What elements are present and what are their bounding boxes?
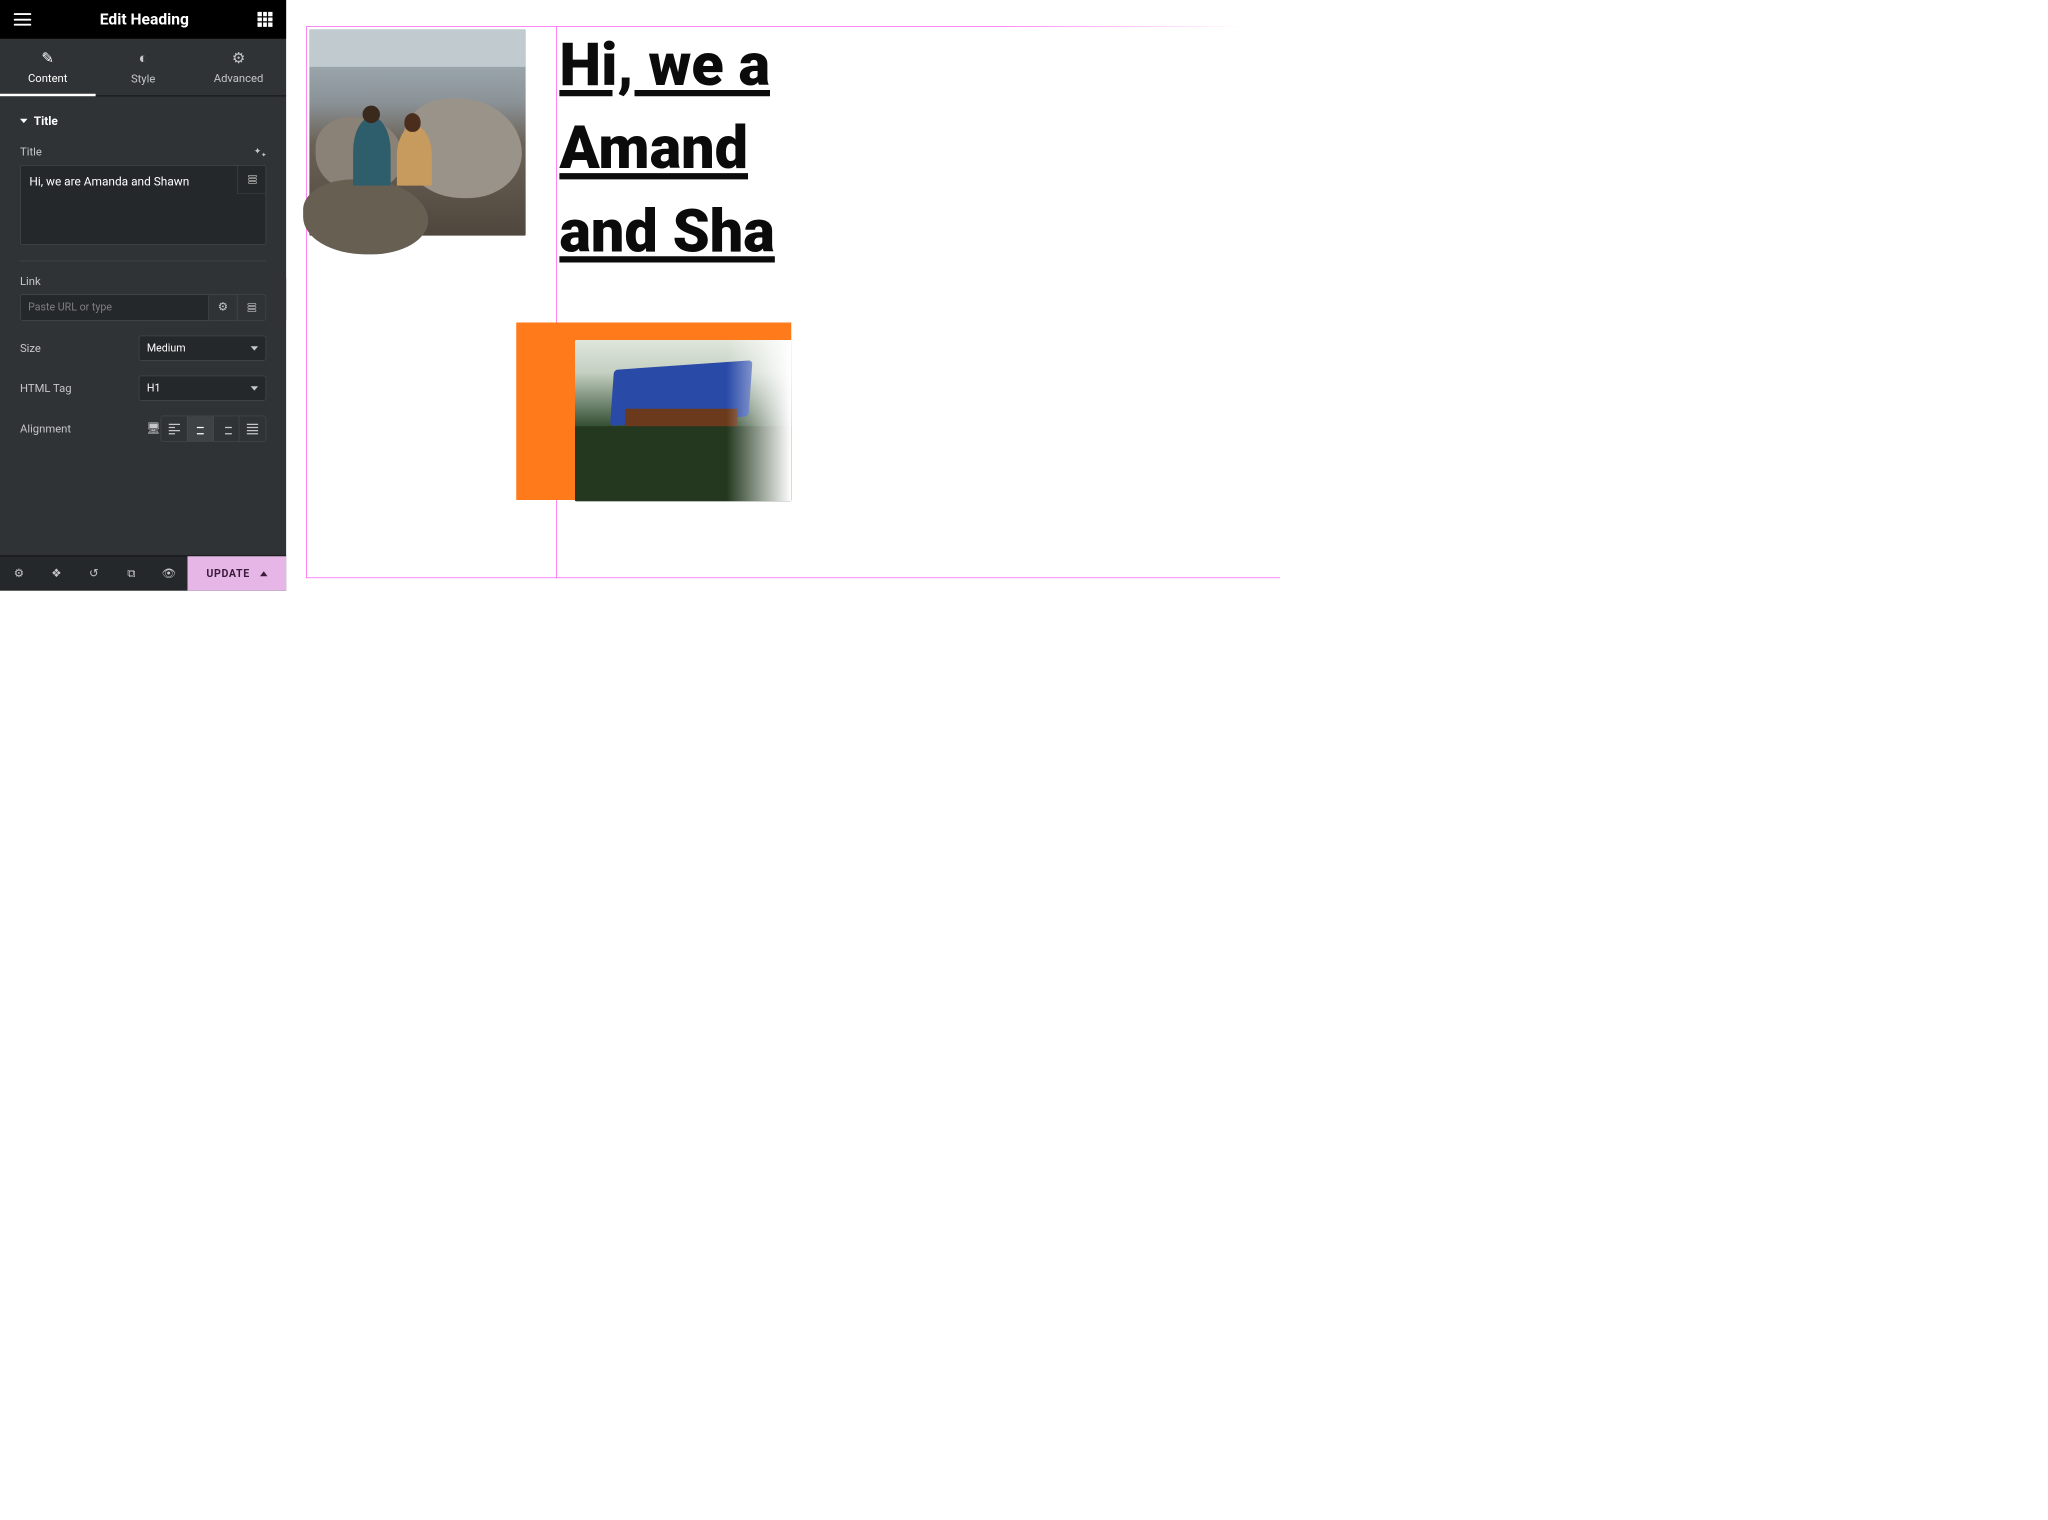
panel-footer: ⚙ ❖ ↺ ⧉ 👁 UPDATE xyxy=(0,556,286,591)
align-justify-icon xyxy=(247,423,258,434)
heading-line: and Sha xyxy=(559,197,774,266)
panel-topbar: Edit Heading xyxy=(0,0,286,39)
htmltag-value: H1 xyxy=(147,382,161,395)
panel-body: Title Title Link ⚙ Size Medium xyxy=(0,96,286,555)
dynamic-tags-button[interactable] xyxy=(238,165,267,194)
footer-preview-button[interactable]: 👁 xyxy=(150,556,188,590)
chevron-down-icon xyxy=(251,386,259,390)
footer-navigator-button[interactable]: ❖ xyxy=(38,556,76,590)
footer-history-button[interactable]: ↺ xyxy=(75,556,113,590)
image-treehouse[interactable] xyxy=(575,340,791,501)
contrast-icon: ◐ xyxy=(139,49,148,67)
caret-down-icon xyxy=(20,119,28,123)
align-right-button[interactable] xyxy=(214,416,240,441)
database-icon xyxy=(248,175,257,184)
section-toggle-title[interactable]: Title xyxy=(20,114,266,128)
align-justify-button[interactable] xyxy=(240,416,266,441)
title-field-wrap xyxy=(20,165,266,248)
size-value: Medium xyxy=(147,342,186,355)
link-label: Link xyxy=(20,275,266,288)
align-right-icon xyxy=(221,423,232,434)
htmltag-label: HTML Tag xyxy=(20,382,139,395)
title-textarea[interactable] xyxy=(20,165,266,245)
align-left-button[interactable] xyxy=(161,416,187,441)
tab-label: Style xyxy=(131,72,155,85)
gear-icon: ⚙ xyxy=(232,49,245,67)
footer-settings-button[interactable]: ⚙ xyxy=(0,556,38,590)
size-row: Size Medium xyxy=(20,336,266,361)
chevron-up-icon xyxy=(260,571,268,576)
link-options-button[interactable]: ⚙ xyxy=(209,294,238,320)
link-dynamic-button[interactable] xyxy=(238,294,267,320)
align-left-icon xyxy=(169,423,180,434)
update-button[interactable]: UPDATE xyxy=(188,556,287,590)
apps-grid-icon[interactable] xyxy=(258,12,273,27)
tab-label: Content xyxy=(28,72,67,85)
section-title: Title xyxy=(34,114,58,128)
alignment-row: Alignment 🖥 xyxy=(20,416,266,442)
layers-icon: ❖ xyxy=(51,568,61,579)
panel-tabs: ✎ Content ◐ Style ⚙ Advanced xyxy=(0,39,286,97)
history-icon: ↺ xyxy=(89,568,98,579)
tab-advanced[interactable]: ⚙ Advanced xyxy=(191,39,286,96)
htmltag-select[interactable]: H1 xyxy=(139,376,267,401)
panel-title: Edit Heading xyxy=(100,10,189,28)
divider xyxy=(20,261,266,262)
title-label: Title xyxy=(20,146,42,159)
heading-widget[interactable]: Hi, we a Amand and Sha xyxy=(559,24,1280,273)
title-label-row: Title xyxy=(20,146,266,159)
image-couple-on-rocks[interactable] xyxy=(309,29,525,235)
footer-responsive-button[interactable]: ⧉ xyxy=(113,556,151,590)
tab-label: Advanced xyxy=(214,72,264,85)
chevron-down-icon xyxy=(251,346,259,350)
canvas-preview[interactable]: Hi, we a Amand and Sha xyxy=(286,0,1280,591)
align-center-button[interactable] xyxy=(188,416,214,441)
update-label: UPDATE xyxy=(206,567,249,580)
responsive-icon[interactable]: 🖥 xyxy=(147,423,161,434)
gear-icon: ⚙ xyxy=(14,568,24,579)
link-field: ⚙ xyxy=(20,294,266,320)
alignment-group xyxy=(161,416,266,442)
heading-line: Hi, we a xyxy=(559,31,770,100)
pencil-icon: ✎ xyxy=(41,49,54,67)
alignment-label: Alignment xyxy=(20,422,138,435)
tab-style[interactable]: ◐ Style xyxy=(95,39,190,96)
eye-icon: 👁 xyxy=(162,568,176,579)
link-input[interactable] xyxy=(20,294,209,320)
size-label: Size xyxy=(20,342,139,355)
editor-panel: Edit Heading ✎ Content ◐ Style ⚙ Advance… xyxy=(0,0,286,591)
size-select[interactable]: Medium xyxy=(139,336,267,361)
devices-icon: ⧉ xyxy=(127,568,135,579)
htmltag-row: HTML Tag H1 xyxy=(20,376,266,401)
align-center-icon xyxy=(195,423,206,434)
ai-icon[interactable] xyxy=(254,146,267,159)
menu-icon[interactable] xyxy=(14,13,32,26)
database-icon xyxy=(247,303,256,312)
tab-content[interactable]: ✎ Content xyxy=(0,39,95,96)
gear-icon: ⚙ xyxy=(218,302,228,313)
heading-line: Amand xyxy=(559,114,748,183)
active-tab-indicator xyxy=(0,94,95,97)
